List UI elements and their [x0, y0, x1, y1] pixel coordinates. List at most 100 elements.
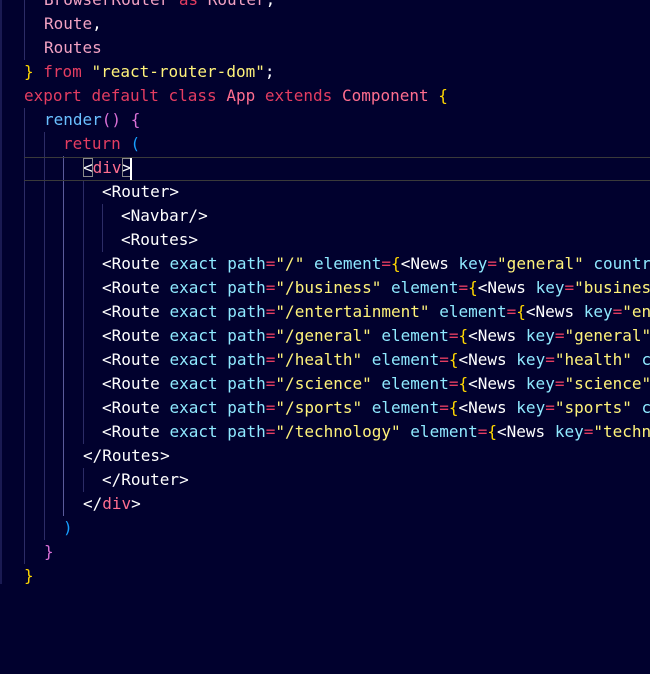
- token-jsx-tag: <News: [468, 374, 517, 393]
- token-attribute: exact: [169, 254, 218, 273]
- code-line[interactable]: <Router>: [102, 180, 179, 204]
- token-attribute: key: [583, 302, 613, 321]
- code-line[interactable]: export default class App extends Compone…: [24, 84, 448, 108]
- token-attribute: exact: [169, 398, 218, 417]
- code-line[interactable]: }: [44, 540, 54, 564]
- gutter-edge: [0, 0, 2, 584]
- token-bracket: {: [438, 86, 448, 105]
- token-jsx-tag: <Navbar/>: [121, 206, 208, 225]
- token-attribute: exact: [169, 350, 218, 369]
- token-jsx-tag: <Route: [102, 350, 160, 369]
- route-line[interactable]: <Route exact path="/science" element={<N…: [102, 372, 650, 396]
- code-line[interactable]: Routes: [44, 36, 102, 60]
- token-attribute: key: [516, 350, 546, 369]
- code-line[interactable]: return (: [63, 132, 140, 156]
- token-keyword: default: [91, 86, 159, 105]
- code-line[interactable]: }: [24, 564, 34, 588]
- token-string: "/": [275, 254, 305, 273]
- token-punctuation: ;: [264, 62, 275, 81]
- token-jsx-tag: <Route: [102, 326, 160, 345]
- token-string: "busines: [574, 278, 650, 297]
- token-punctuation: ,: [266, 0, 276, 9]
- token-jsx-tag: <News: [458, 350, 507, 369]
- code-line[interactable]: render() {: [44, 108, 140, 132]
- route-line[interactable]: <Route exact path="/entertainment" eleme…: [102, 300, 650, 324]
- token-html-tag: div: [92, 158, 122, 177]
- code-line[interactable]: </Routes>: [83, 444, 170, 468]
- token-operator: =: [545, 350, 555, 369]
- token-operator: =: [477, 422, 488, 441]
- token-attribute: path: [227, 422, 266, 441]
- code-line[interactable]: <Routes>: [121, 228, 198, 252]
- token-attribute: element: [381, 326, 449, 345]
- token-operator: =: [265, 326, 276, 345]
- token-string: "/entertainment": [275, 302, 430, 321]
- token-attribute: key: [535, 278, 565, 297]
- token-string: "/general": [275, 326, 372, 345]
- token-attribute: element: [371, 350, 440, 369]
- route-line[interactable]: <Route exact path="/technology" element=…: [102, 420, 650, 444]
- token-jsx-tag: <News: [525, 302, 575, 321]
- code-line-current[interactable]: <div>: [83, 156, 132, 180]
- token-operator: =: [381, 254, 392, 273]
- code-line[interactable]: </Router>: [102, 468, 189, 492]
- token-operator: =: [265, 350, 276, 369]
- route-line[interactable]: <Route exact path="/business" element={<…: [102, 276, 650, 300]
- token-bracket: (: [130, 134, 141, 153]
- route-line[interactable]: <Route exact path="/general" element={<N…: [102, 324, 650, 348]
- token-bracket: {: [130, 110, 141, 129]
- token-attribute: exact: [169, 422, 218, 441]
- code-line[interactable]: Route,: [44, 12, 102, 36]
- token-attribute: element: [391, 278, 459, 297]
- token-jsx-tag: <Route: [102, 374, 160, 393]
- code-line[interactable]: BrowserRouter as Router,: [44, 0, 275, 12]
- token-bracket: }: [24, 566, 34, 585]
- token-jsx-tag: <News: [477, 278, 526, 297]
- indent-guide: [44, 132, 45, 540]
- token-class-name: App: [226, 86, 256, 105]
- token-tag-bracket: >: [131, 494, 141, 513]
- token-string: "sports": [554, 398, 632, 417]
- token-attribute: element: [313, 254, 382, 273]
- route-line[interactable]: <Route exact path="/health" element={<Ne…: [102, 348, 650, 372]
- route-line[interactable]: <Route exact path="/sports" element={<Ne…: [102, 396, 650, 420]
- token-attribute: path: [227, 254, 266, 273]
- token-keyword: return: [63, 134, 121, 153]
- token-attribute: element: [439, 302, 507, 321]
- token-jsx-tag: <News: [468, 326, 517, 345]
- token-attribute: exact: [169, 374, 218, 393]
- token-string: "en: [622, 302, 650, 321]
- code-line[interactable]: <Navbar/>: [121, 204, 208, 228]
- token-attribute: path: [227, 350, 266, 369]
- token-attribute: element: [410, 422, 478, 441]
- token-operator: =: [564, 278, 575, 297]
- code-line[interactable]: </div>: [83, 492, 141, 516]
- token-operator: =: [506, 302, 517, 321]
- token-operator: =: [487, 254, 498, 273]
- token-punctuation: ,: [92, 14, 102, 33]
- token-jsx-tag: </Routes>: [83, 446, 170, 465]
- text-cursor: [130, 158, 132, 180]
- code-editor[interactable]: BrowserRouter as Router, Route, Routes }…: [0, 0, 650, 674]
- token-jsx-tag: <Routes>: [121, 230, 199, 249]
- token-attribute: path: [227, 326, 266, 345]
- token-html-tag: div: [102, 494, 132, 513]
- token-keyword: extends: [264, 86, 333, 105]
- token-string: "techn: [593, 422, 650, 441]
- token-bracket: ): [63, 518, 73, 537]
- token-operator: =: [612, 302, 623, 321]
- token-operator: =: [265, 302, 276, 321]
- code-line[interactable]: } from "react-router-dom";: [24, 60, 274, 84]
- indent-guide: [83, 180, 84, 444]
- token-operator: =: [545, 398, 555, 417]
- token-jsx-tag: <News: [497, 422, 546, 441]
- token-bracket: }: [44, 542, 54, 561]
- code-line[interactable]: ): [63, 516, 73, 540]
- token-jsx-tag: <Route: [102, 398, 160, 417]
- token-attribute: key: [554, 422, 584, 441]
- token-jsx-tag: <Router>: [102, 182, 180, 201]
- token-class-name: Component: [341, 86, 429, 105]
- route-line[interactable]: <Route exact path="/" element={<News key…: [102, 252, 650, 276]
- token-string: "general": [564, 326, 650, 345]
- token-operator: =: [583, 422, 594, 441]
